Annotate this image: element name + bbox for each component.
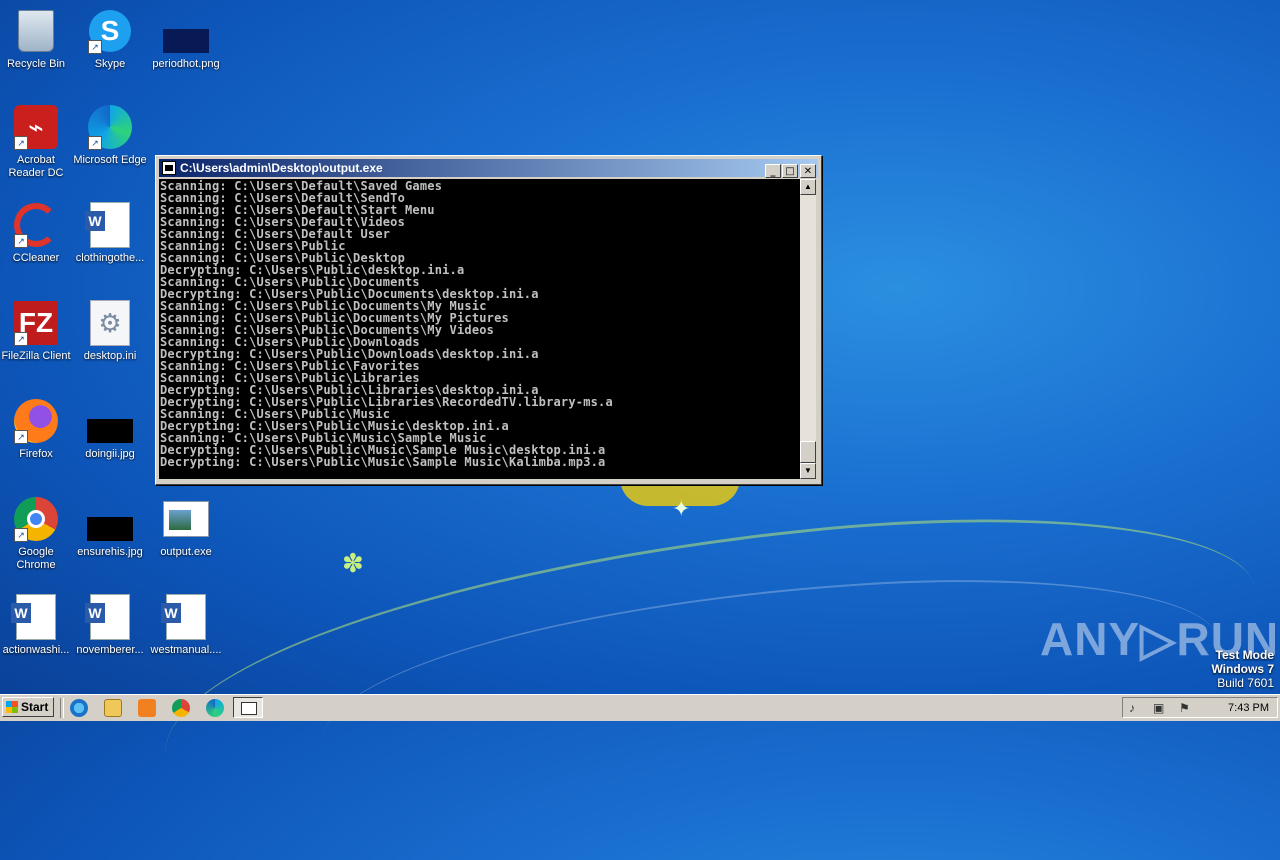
shortcut-arrow-icon: ↗	[88, 136, 102, 150]
volume-icon[interactable]: ♪	[1129, 701, 1143, 715]
console-app-icon	[162, 161, 176, 175]
icon-label: output.exe	[160, 546, 212, 558]
icon-label: Skype	[94, 58, 126, 70]
icon-label: ensurehis.jpg	[77, 546, 143, 558]
word-document-icon	[85, 594, 130, 640]
desktop-icon-edge[interactable]: ↗ Microsoft Edge	[72, 104, 148, 167]
icon-label: actionwashi...	[2, 644, 70, 656]
icon-label: periodhot.png	[152, 58, 220, 70]
media-player-icon[interactable]	[138, 699, 156, 717]
vertical-scrollbar[interactable]: ▲ ▼	[800, 179, 816, 479]
maximize-button[interactable]: □	[782, 164, 798, 178]
action-center-flag-icon[interactable]: ⚑	[1179, 701, 1193, 715]
image-file-icon	[87, 419, 133, 443]
desktop-icon-chrome[interactable]: ↗ Google Chrome	[0, 496, 74, 572]
desktop-icon-recycle-bin[interactable]: Recycle Bin	[0, 8, 74, 71]
desktop-icon-westmanual[interactable]: westmanual....	[148, 594, 224, 657]
desktop-icon-doingii[interactable]: doingii.jpg	[72, 398, 148, 461]
window-title: C:\Users\admin\Desktop\output.exe	[180, 161, 383, 175]
shortcut-arrow-icon: ↗	[14, 332, 28, 346]
desktop-icon-ensurehis[interactable]: ensurehis.jpg	[72, 496, 148, 559]
recycle-bin-icon	[18, 10, 54, 52]
icon-label: clothingothe...	[75, 252, 145, 264]
shortcut-arrow-icon: ↗	[14, 430, 28, 444]
taskbar: Start ♪ ▣ ⚑ 7:43 PM	[0, 694, 1280, 721]
os-name-label: Windows 7	[1211, 662, 1274, 676]
window-titlebar[interactable]: C:\Users\admin\Desktop\output.exe _ □ ✕	[159, 159, 818, 178]
scroll-up-button[interactable]: ▲	[800, 179, 816, 195]
edge-taskbar-icon[interactable]	[206, 699, 224, 717]
desktop-icon-acrobat[interactable]: ⌁ ↗ Acrobat Reader DC	[0, 104, 74, 180]
desktop-icon-skype[interactable]: S ↗ Skype	[72, 8, 148, 71]
chrome-taskbar-icon[interactable]	[172, 699, 190, 717]
wallpaper-sparkle: ✦	[672, 496, 691, 521]
file-explorer-icon[interactable]	[104, 699, 122, 717]
icon-label: CCleaner	[12, 252, 60, 264]
shortcut-arrow-icon: ↗	[88, 40, 102, 54]
desktop-icon-ccleaner[interactable]: ↗ CCleaner	[0, 202, 74, 265]
desktop-icon-novemberer[interactable]: novemberer...	[72, 594, 148, 657]
test-mode-label: Test Mode	[1215, 648, 1274, 662]
minimize-button[interactable]: _	[765, 164, 781, 178]
word-document-icon	[161, 594, 206, 640]
shortcut-arrow-icon: ↗	[14, 234, 28, 248]
desktop-icon-output-exe[interactable]: output.exe	[148, 496, 224, 559]
taskbar-separator	[60, 698, 64, 718]
image-file-icon	[87, 517, 133, 541]
desktop-icon-filezilla[interactable]: FZ ↗ FileZilla Client	[0, 300, 74, 363]
icon-label: Firefox	[19, 448, 53, 460]
start-button[interactable]: Start	[2, 697, 54, 717]
desktop-icon-desktop-ini[interactable]: ⚙ desktop.ini	[72, 300, 148, 363]
build-label: Build 7601	[1217, 676, 1274, 690]
executable-icon	[163, 501, 209, 537]
internet-explorer-icon[interactable]	[70, 699, 88, 717]
icon-label: FileZilla Client	[1, 350, 71, 362]
system-tray: ♪ ▣ ⚑ 7:43 PM	[1122, 697, 1278, 718]
desktop-icon-actionwashi[interactable]: actionwashi...	[0, 594, 74, 657]
icon-label: doingii.jpg	[85, 448, 135, 460]
desktop-icon-firefox[interactable]: ↗ Firefox	[0, 398, 74, 461]
windows-logo-icon	[6, 701, 18, 713]
console-text: Scanning: C:\Users\Default\Saved Games S…	[160, 179, 613, 469]
console-window[interactable]: C:\Users\admin\Desktop\output.exe _ □ ✕ Sc…	[155, 155, 822, 485]
image-file-icon	[163, 29, 209, 53]
icon-label: Microsoft Edge	[73, 154, 147, 166]
start-label: Start	[21, 700, 49, 714]
icon-label: Google Chrome	[16, 546, 56, 571]
icon-label: westmanual....	[150, 644, 222, 656]
taskbar-button-output-exe[interactable]	[233, 697, 263, 718]
icon-label: novemberer...	[76, 644, 144, 656]
scroll-down-button[interactable]: ▼	[800, 463, 816, 479]
icon-label: Recycle Bin	[6, 58, 66, 70]
desktop-icon-periodhot[interactable]: periodhot.png	[148, 8, 224, 71]
close-button[interactable]: ✕	[800, 164, 816, 178]
console-output[interactable]: Scanning: C:\Users\Default\Saved Games S…	[159, 179, 800, 479]
wallpaper-sparkle: ✽	[342, 548, 364, 578]
wallpaper-swoosh	[314, 558, 1226, 824]
system-info: Test Mode Windows 7 Build 7601	[1211, 648, 1274, 690]
shortcut-arrow-icon: ↗	[14, 528, 28, 542]
wallpaper-swoosh	[149, 483, 1271, 860]
word-document-icon	[11, 594, 56, 640]
icon-label: Acrobat Reader DC	[8, 154, 64, 179]
clock[interactable]: 7:43 PM	[1228, 701, 1269, 715]
icon-label: desktop.ini	[83, 350, 137, 362]
shortcut-arrow-icon: ↗	[14, 136, 28, 150]
desktop-icon-clothingothe[interactable]: clothingothe...	[72, 202, 148, 265]
network-icon[interactable]: ▣	[1153, 701, 1167, 715]
word-document-icon	[85, 202, 130, 248]
scroll-thumb[interactable]	[800, 441, 816, 463]
settings-file-icon: ⚙	[90, 300, 130, 346]
